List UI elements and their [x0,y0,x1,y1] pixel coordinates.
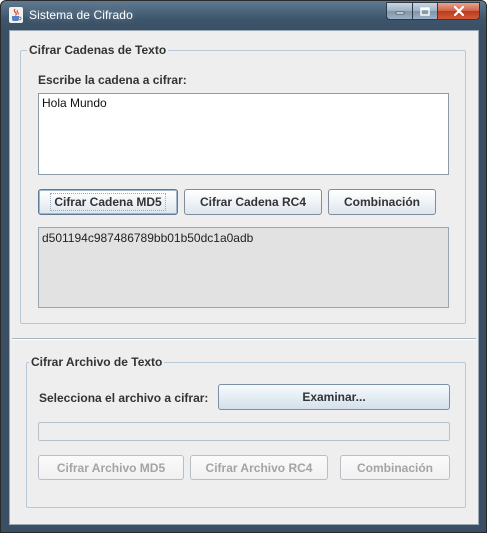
encrypt-file-rc4-button[interactable]: Cifrar Archivo RC4 [190,455,328,480]
encrypt-file-md5-button[interactable]: Cifrar Archivo MD5 [38,455,184,480]
encrypt-string-rc4-label: Cifrar Cadena RC4 [199,195,307,209]
app-window: Sistema de Cifrado Cifrar Cadenas de Tex… [0,0,487,533]
encrypt-file-md5-label: Cifrar Archivo MD5 [56,460,166,475]
encrypt-string-rc4-button[interactable]: Cifrar Cadena RC4 [184,189,322,215]
maximize-button[interactable] [412,2,437,20]
file-section-title: Cifrar Archivo de Texto [29,355,165,369]
encrypt-string-md5-button[interactable]: Cifrar Cadena MD5 [38,189,178,215]
maximize-icon [420,6,430,16]
section-separator [12,338,476,340]
file-select-label: Selecciona el archivo a cifrar: [39,391,209,405]
close-icon [453,6,464,16]
minimize-icon [395,11,404,15]
hash-output[interactable]: d501194c987486789bb01b50dc1a0adb [38,227,449,308]
file-progress-bar [38,422,450,441]
title-bar[interactable]: Sistema de Cifrado [1,1,486,31]
window-title: Sistema de Cifrado [29,8,133,22]
encrypt-file-combined-button[interactable]: Combinación [340,455,450,480]
string-section-title: Cifrar Cadenas de Texto [27,43,169,57]
encrypt-file-combined-label: Combinación [356,460,433,475]
encrypt-string-md5-label: Cifrar Cadena MD5 [50,193,166,211]
string-input[interactable]: Hola Mundo [38,93,449,175]
encrypt-string-combined-label: Combinación [343,195,420,209]
string-input-label: Escribe la cadena a cifrar: [38,73,187,87]
encrypt-string-combined-button[interactable]: Combinación [328,189,436,215]
minimize-button[interactable] [386,2,412,20]
browse-button[interactable]: Examinar... [218,384,450,410]
content-pane: Cifrar Cadenas de Texto Escribe la caden… [9,30,479,525]
java-cup-icon [9,7,23,23]
browse-label: Examinar... [302,390,366,404]
encrypt-file-rc4-label: Cifrar Archivo RC4 [205,460,313,475]
caption-buttons [386,2,480,20]
close-button[interactable] [437,2,480,20]
